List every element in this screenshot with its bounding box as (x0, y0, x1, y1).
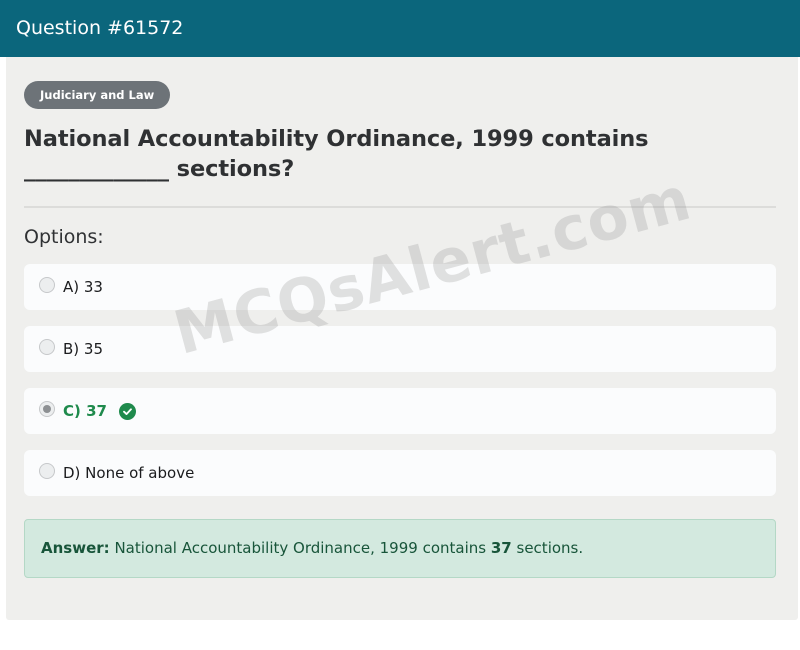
question-number: Question #61572 (16, 17, 184, 39)
option-label: C) 37 (63, 402, 107, 420)
option-label: A) 33 (63, 278, 103, 296)
question-header: Question #61572 (0, 0, 800, 57)
option-a[interactable]: A) 33 (24, 264, 776, 310)
options-label: Options: (24, 226, 104, 248)
option-d[interactable]: D) None of above (24, 450, 776, 496)
option-label: D) None of above (63, 464, 195, 482)
radio-button[interactable] (39, 463, 55, 479)
answer-value: 37 (490, 539, 512, 557)
answer-box: Answer: National Accountability Ordinanc… (24, 519, 776, 578)
answer-text-after: sections. (516, 539, 584, 557)
radio-button-selected[interactable] (39, 401, 55, 417)
check-circle-icon (118, 402, 136, 420)
radio-button[interactable] (39, 339, 55, 355)
option-b[interactable]: B) 35 (24, 326, 776, 372)
question-text: National Accountability Ordinance, 1999 … (24, 126, 649, 182)
category-badge[interactable]: Judiciary and Law (24, 81, 171, 109)
answer-prefix: Answer: (41, 539, 110, 557)
option-c[interactable]: C) 37 (24, 388, 776, 434)
divider (24, 206, 776, 208)
answer-text-before: National Accountability Ordinance, 1999 … (114, 539, 487, 557)
radio-button[interactable] (39, 277, 55, 293)
option-label: B) 35 (63, 340, 103, 358)
